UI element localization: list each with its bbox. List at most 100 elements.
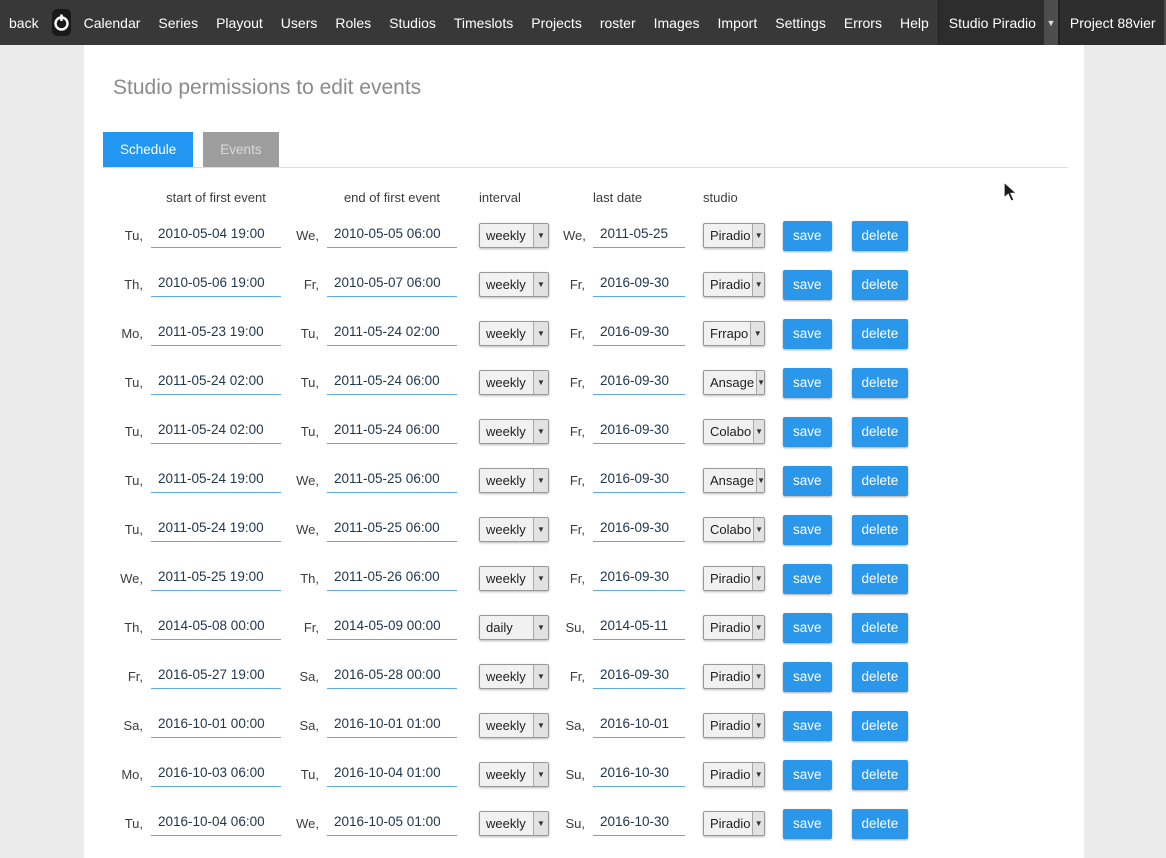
start-datetime-input[interactable] (151, 762, 281, 787)
chevron-down-icon[interactable]: ▼ (1044, 0, 1058, 45)
end-datetime-input[interactable] (327, 811, 457, 836)
tab-events[interactable]: Events (203, 132, 278, 167)
end-datetime-input[interactable] (327, 566, 457, 591)
start-datetime-input[interactable] (151, 272, 281, 297)
last-date-input[interactable] (593, 762, 685, 787)
nav-item-errors[interactable]: Errors (835, 0, 891, 45)
interval-select[interactable]: weekly ▼ (479, 321, 549, 346)
save-button[interactable]: save (783, 711, 832, 741)
end-datetime-input[interactable] (327, 713, 457, 738)
interval-select[interactable]: weekly ▼ (479, 517, 549, 542)
studio-select[interactable]: Piradio ▼ (703, 762, 765, 787)
save-button[interactable]: save (783, 760, 832, 790)
start-datetime-input[interactable] (151, 566, 281, 591)
delete-button[interactable]: delete (852, 368, 909, 398)
last-date-input[interactable] (593, 468, 685, 493)
studio-select[interactable]: Colabo ▼ (703, 517, 765, 542)
app-logo[interactable] (52, 9, 71, 36)
delete-button[interactable]: delete (852, 662, 909, 692)
studio-select[interactable]: Frrapo ▼ (703, 321, 765, 346)
studio-select[interactable]: Ansage ▼ (703, 468, 765, 493)
nav-item-calendar[interactable]: Calendar (75, 0, 150, 45)
interval-select[interactable]: weekly ▼ (479, 272, 549, 297)
interval-select[interactable]: weekly ▼ (479, 566, 549, 591)
interval-select[interactable]: weekly ▼ (479, 762, 549, 787)
nav-item-roles[interactable]: Roles (326, 0, 380, 45)
studio-select[interactable]: Piradio ▼ (703, 223, 765, 248)
nav-item-playout[interactable]: Playout (207, 0, 272, 45)
studio-dropdown[interactable]: Studio Piradio ▼ (938, 0, 1059, 45)
interval-select[interactable]: weekly ▼ (479, 419, 549, 444)
save-button[interactable]: save (783, 564, 832, 594)
save-button[interactable]: save (783, 270, 832, 300)
interval-select[interactable]: weekly ▼ (479, 468, 549, 493)
interval-select[interactable]: weekly ▼ (479, 811, 549, 836)
save-button[interactable]: save (783, 613, 832, 643)
studio-select[interactable]: Colabo ▼ (703, 419, 765, 444)
start-datetime-input[interactable] (151, 419, 281, 444)
end-datetime-input[interactable] (327, 223, 457, 248)
studio-select[interactable]: Piradio ▼ (703, 713, 765, 738)
start-datetime-input[interactable] (151, 517, 281, 542)
end-datetime-input[interactable] (327, 321, 457, 346)
last-date-input[interactable] (593, 811, 685, 836)
nav-item-projects[interactable]: Projects (522, 0, 591, 45)
nav-item-timeslots[interactable]: Timeslots (445, 0, 522, 45)
start-datetime-input[interactable] (151, 615, 281, 640)
studio-select[interactable]: Piradio ▼ (703, 615, 765, 640)
last-date-input[interactable] (593, 370, 685, 395)
save-button[interactable]: save (783, 417, 832, 447)
nav-item-settings[interactable]: Settings (766, 0, 835, 45)
nav-item-help[interactable]: Help (891, 0, 938, 45)
last-date-input[interactable] (593, 517, 685, 542)
last-date-input[interactable] (593, 713, 685, 738)
end-datetime-input[interactable] (327, 272, 457, 297)
nav-item-users[interactable]: Users (272, 0, 327, 45)
start-datetime-input[interactable] (151, 664, 281, 689)
studio-select[interactable]: Piradio ▼ (703, 811, 765, 836)
start-datetime-input[interactable] (151, 811, 281, 836)
nav-item-roster[interactable]: roster (591, 0, 645, 45)
studio-select[interactable]: Ansage ▼ (703, 370, 765, 395)
studio-select[interactable]: Piradio ▼ (703, 566, 765, 591)
end-datetime-input[interactable] (327, 762, 457, 787)
interval-select[interactable]: weekly ▼ (479, 370, 549, 395)
end-datetime-input[interactable] (327, 664, 457, 689)
last-date-input[interactable] (593, 419, 685, 444)
last-date-input[interactable] (593, 272, 685, 297)
start-datetime-input[interactable] (151, 321, 281, 346)
nav-item-images[interactable]: Images (645, 0, 709, 45)
last-date-input[interactable] (593, 615, 685, 640)
delete-button[interactable]: delete (852, 221, 909, 251)
nav-item-import[interactable]: Import (709, 0, 767, 45)
last-date-input[interactable] (593, 321, 685, 346)
last-date-input[interactable] (593, 664, 685, 689)
save-button[interactable]: save (783, 809, 832, 839)
delete-button[interactable]: delete (852, 809, 909, 839)
nav-item-series[interactable]: Series (149, 0, 207, 45)
start-datetime-input[interactable] (151, 370, 281, 395)
delete-button[interactable]: delete (852, 466, 909, 496)
nav-item-studios[interactable]: Studios (380, 0, 445, 45)
delete-button[interactable]: delete (852, 564, 909, 594)
delete-button[interactable]: delete (852, 613, 909, 643)
delete-button[interactable]: delete (852, 711, 909, 741)
start-datetime-input[interactable] (151, 468, 281, 493)
tab-schedule[interactable]: Schedule (103, 132, 193, 167)
delete-button[interactable]: delete (852, 270, 909, 300)
end-datetime-input[interactable] (327, 468, 457, 493)
save-button[interactable]: save (783, 662, 832, 692)
end-datetime-input[interactable] (327, 419, 457, 444)
last-date-input[interactable] (593, 223, 685, 248)
interval-select[interactable]: weekly ▼ (479, 223, 549, 248)
save-button[interactable]: save (783, 368, 832, 398)
last-date-input[interactable] (593, 566, 685, 591)
delete-button[interactable]: delete (852, 760, 909, 790)
interval-select[interactable]: daily ▼ (479, 615, 549, 640)
start-datetime-input[interactable] (151, 223, 281, 248)
save-button[interactable]: save (783, 515, 832, 545)
interval-select[interactable]: weekly ▼ (479, 713, 549, 738)
delete-button[interactable]: delete (852, 319, 909, 349)
studio-select[interactable]: Piradio ▼ (703, 272, 765, 297)
end-datetime-input[interactable] (327, 370, 457, 395)
